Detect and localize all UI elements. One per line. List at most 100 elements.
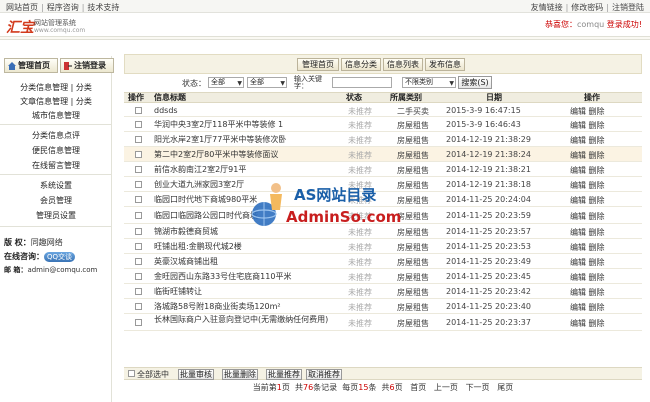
row-status[interactable]: 未推荐 [340,135,380,146]
sidebar-item-label[interactable]: 便民信息管理 [32,146,80,155]
keyword-input[interactable] [332,77,392,88]
row-actions[interactable]: 编辑 删除 [570,302,620,313]
sidebar-logout-button[interactable]: 注销登录 [60,58,114,73]
row-status[interactable]: 未推荐 [340,165,380,176]
sidebar-item-article-category[interactable]: 分类 [76,97,92,106]
row-actions[interactable]: 编辑 删除 [570,135,620,146]
sidebar-item-label[interactable]: 分类信息点评 [32,131,80,140]
action-publish-button[interactable]: 发布信息 [425,58,465,71]
sidebar-item-label[interactable]: 系统设置 [40,181,72,190]
row-checkbox[interactable] [135,273,142,280]
row-status[interactable]: 未推荐 [340,302,380,313]
row-checkbox[interactable] [135,288,142,295]
row-title[interactable]: 第二中2室2厅80平米中等装修面议 [154,150,334,159]
row-checkbox[interactable] [135,228,142,235]
pager-first[interactable]: 首页 [410,383,426,392]
row-checkbox[interactable] [135,303,142,310]
row-checkbox[interactable] [135,181,142,188]
row-title[interactable]: 临街旺铺转让 [154,287,334,296]
link-site-home[interactable]: 网站首页 [6,3,38,12]
row-title[interactable]: 旺铺出租:金鹏现代城2楼 [154,242,334,251]
row-title[interactable]: 长林国际商户入驻意向登记中(无需缴纳任何费用) [154,315,334,324]
chevron-down-icon: ▼ [449,80,454,87]
row-actions[interactable]: 编辑 删除 [570,227,620,238]
row-checkbox[interactable] [135,196,142,203]
sidebar-item-label[interactable]: 在线留言管理 [32,161,80,170]
row-actions[interactable]: 编辑 删除 [570,242,620,253]
bulk-approve-button[interactable]: 批量审核 [178,369,214,380]
row-status[interactable]: 未推荐 [340,150,380,161]
sidebar-item-info-category[interactable]: 分类 [76,83,92,92]
row-checkbox[interactable] [135,136,142,143]
row-title[interactable]: 前信水韵南江2室2厅91平 [154,165,334,174]
sidebar-item-label[interactable]: 城市信息管理 [32,111,80,120]
row-actions[interactable]: 编辑 删除 [570,318,620,329]
link-change-password[interactable]: 修改密码 [571,3,603,12]
row-checkbox[interactable] [135,166,142,173]
category-select[interactable]: 不限类别 ▼ [402,77,456,88]
search-button[interactable]: 搜索(S) [458,76,492,89]
row-checkbox[interactable] [135,319,142,326]
row-status[interactable]: 未推荐 [340,242,380,253]
sidebar-item-convenience[interactable]: 便民信息管理 [0,145,112,156]
action-manage-home-button[interactable]: 管理首页 [297,58,339,71]
row-actions[interactable]: 编辑 删除 [570,195,620,206]
sidebar-item-label[interactable]: 管理员设置 [36,211,76,220]
row-title[interactable]: 英豪汉城商铺出租 [154,257,334,266]
row-status[interactable]: 未推荐 [340,106,380,117]
sidebar-item-label[interactable]: 会员管理 [40,196,72,205]
pager-next[interactable]: 下一页 [466,383,490,392]
sidebar-item-messages[interactable]: 在线留言管理 [0,160,112,171]
row-status[interactable]: 未推荐 [340,257,380,268]
sidebar-item-article-manage[interactable]: 文章信息管理 | 分类 [0,96,112,107]
sidebar-item-label[interactable]: 分类信息管理 [20,83,68,92]
row-actions[interactable]: 编辑 删除 [570,257,620,268]
row-title[interactable]: 金旺园西山东路33号住宅底商110平米 [154,272,334,281]
sidebar-item-members[interactable]: 会员管理 [0,195,112,206]
row-actions[interactable]: 编辑 删除 [570,180,620,191]
link-tech-support[interactable]: 技术支持 [87,3,119,12]
sidebar-item-admins[interactable]: 管理员设置 [0,210,112,221]
action-info-list-button[interactable]: 信息列表 [383,58,423,71]
link-logout[interactable]: 注销登陆 [612,3,644,12]
row-checkbox[interactable] [135,212,142,219]
status-select[interactable]: 全部 ▼ [208,77,244,88]
pager-prev[interactable]: 上一页 [434,383,458,392]
row-title[interactable]: ddsds [154,106,334,115]
link-program-consult[interactable]: 程序咨询 [47,3,79,12]
action-info-category-button[interactable]: 信息分类 [341,58,381,71]
row-status[interactable]: 未推荐 [340,272,380,283]
row-checkbox[interactable] [135,258,142,265]
row-actions[interactable]: 编辑 删除 [570,165,620,176]
row-title[interactable]: 洛城路58号附18商业街卖场120m² [154,302,334,311]
row-checkbox[interactable] [135,243,142,250]
bulk-recommend-button[interactable]: 批量推荐 [266,369,302,380]
status-select-2[interactable]: 全部 ▼ [247,77,287,88]
row-checkbox[interactable] [135,107,142,114]
sidebar-home-button[interactable]: 管理首页 [4,58,58,73]
link-friend-links[interactable]: 友情链接 [531,3,563,12]
row-actions[interactable]: 编辑 删除 [570,120,620,131]
sidebar-item-review[interactable]: 分类信息点评 [0,130,112,141]
bulk-delete-button[interactable]: 批量删除 [222,369,258,380]
pager-last[interactable]: 尾页 [497,383,513,392]
cancel-recommend-button[interactable]: 取消推荐 [306,369,342,380]
sidebar-item-info-manage[interactable]: 分类信息管理 | 分类 [0,82,112,93]
sidebar-item-system-settings[interactable]: 系统设置 [0,180,112,191]
row-title[interactable]: 华润中央3室2厅118平米中等装修 1 [154,120,334,129]
row-status[interactable]: 未推荐 [340,120,380,131]
row-actions[interactable]: 编辑 删除 [570,106,620,117]
row-checkbox[interactable] [135,121,142,128]
row-title[interactable]: 阳光水岸2室1厅77平米中等装修次卧 [154,135,334,144]
sidebar-item-label[interactable]: 文章信息管理 [20,97,68,106]
qq-chat-button[interactable]: QQ交谈 [44,251,76,262]
row-actions[interactable]: 编辑 删除 [570,211,620,222]
row-checkbox[interactable] [135,151,142,158]
row-status[interactable]: 未推荐 [340,318,380,329]
row-actions[interactable]: 编辑 删除 [570,287,620,298]
row-status[interactable]: 未推荐 [340,287,380,298]
row-actions[interactable]: 编辑 删除 [570,150,620,161]
sidebar-item-city-manage[interactable]: 城市信息管理 [0,110,112,121]
row-actions[interactable]: 编辑 删除 [570,272,620,283]
select-all-checkbox[interactable] [128,370,135,377]
